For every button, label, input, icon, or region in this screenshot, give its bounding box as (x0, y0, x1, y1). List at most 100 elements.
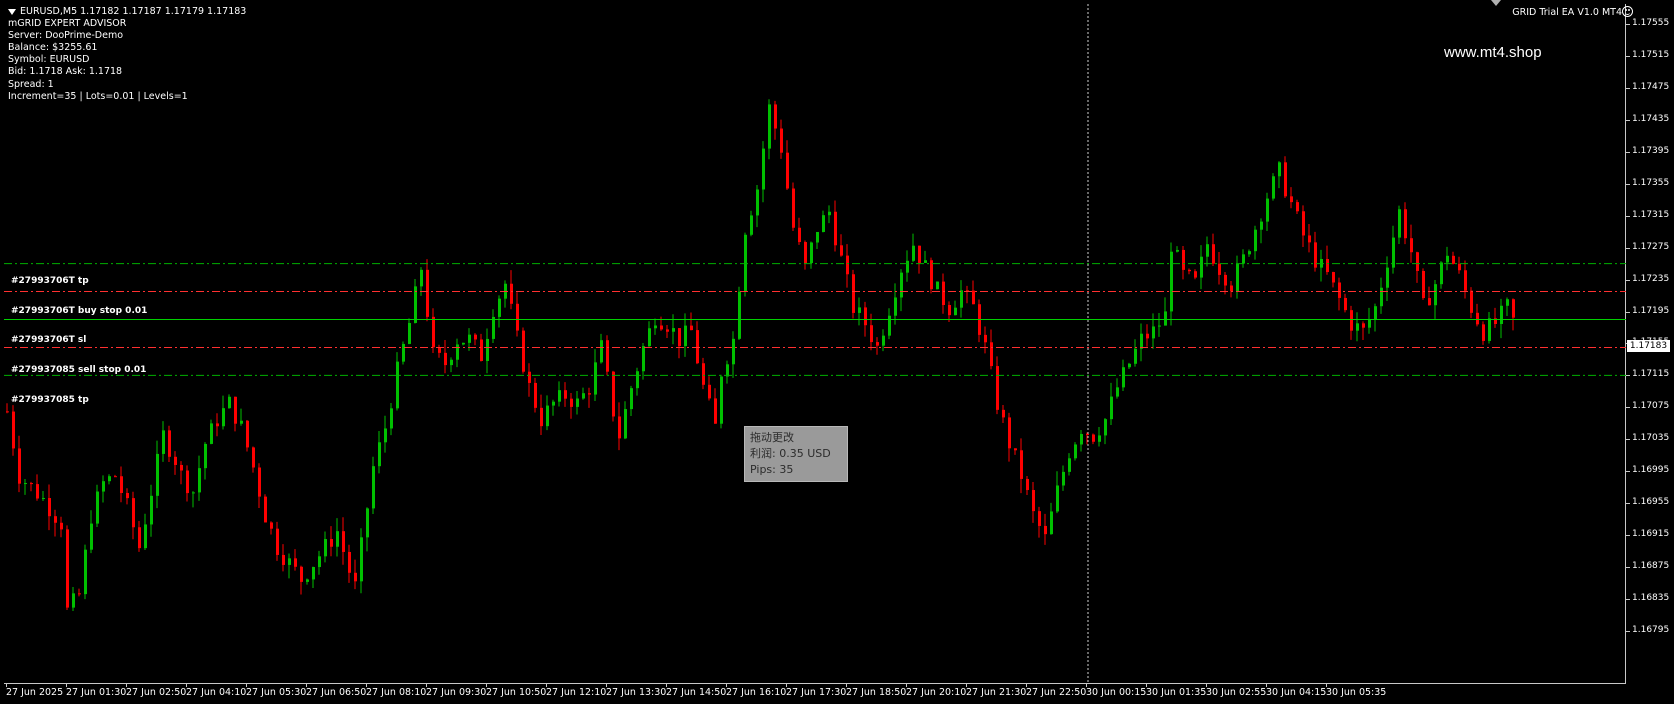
candle-body (1446, 255, 1449, 263)
order-label-tp-buy[interactable]: #27993706T tp (11, 276, 89, 286)
candle-body (1026, 478, 1029, 491)
candle-body (216, 423, 219, 427)
time-tick-mark (966, 684, 967, 687)
price-tick-mark (1626, 407, 1630, 409)
time-tick-label: 27 Jun 13:30 (606, 687, 667, 698)
order-label-sell-stop[interactable]: #279937085 sell stop 0.01 (11, 365, 146, 375)
candle-body (492, 316, 495, 339)
candle-body (876, 342, 879, 346)
price-tick-mark (1626, 183, 1630, 185)
candle-body (1206, 244, 1209, 257)
candle-body (126, 492, 129, 499)
price-tick-mark (1626, 535, 1630, 537)
candle-body (180, 464, 183, 471)
dropdown-triangle-icon[interactable] (8, 8, 16, 15)
order-label-sl[interactable]: #27993706T sl (11, 335, 86, 345)
candle-body (1104, 419, 1107, 436)
time-tick-label: 27 Jun 10:50 (486, 687, 547, 698)
price-tick-mark (1626, 247, 1630, 249)
candle-body (30, 483, 33, 485)
candle-body (1254, 229, 1257, 252)
candle-body (1356, 323, 1359, 331)
candle-body (1374, 306, 1377, 320)
time-tick-label: 30 Jun 02:55 (1206, 687, 1267, 698)
candle-body (816, 231, 819, 243)
candle-body (384, 428, 387, 443)
candle-body (312, 567, 315, 580)
candle-body (408, 322, 411, 344)
candle-body (942, 281, 945, 306)
current-price-tag: 1.17183 (1627, 340, 1670, 352)
candle-body (510, 283, 513, 304)
tooltip-pips: Pips: 35 (750, 463, 794, 476)
chart-info-panel: EURUSD,M5 1.17182 1.17187 1.17179 1.1718… (8, 6, 246, 103)
candle-body (120, 476, 123, 493)
order-label-buy-stop[interactable]: #27993706T buy stop 0.01 (11, 306, 147, 316)
candle-body (1116, 387, 1119, 397)
candle-body (1506, 299, 1509, 306)
candle-body (1170, 251, 1173, 312)
price-tick-mark (1626, 87, 1630, 89)
candlestick-plot[interactable] (4, 4, 1626, 684)
price-tick-mark (1626, 375, 1630, 377)
candle-body (1098, 435, 1101, 442)
candle-body (1296, 202, 1299, 212)
candle-body (1020, 450, 1023, 479)
price-tick-mark (1626, 567, 1630, 569)
candle-body (450, 359, 453, 366)
candle-body (918, 245, 921, 263)
time-tick-mark (66, 684, 67, 687)
candle-body (750, 215, 753, 235)
candle-body (1194, 271, 1197, 278)
time-tick-label: 30 Jun 01:35 (1146, 687, 1207, 698)
price-tick-mark (1626, 599, 1630, 601)
order-label-tp-sell[interactable]: #279937085 tp (11, 395, 89, 405)
price-tick-label: 1.17355 (1632, 177, 1670, 188)
balance-line: Balance: $3255.61 (8, 42, 98, 54)
candle-body (576, 398, 579, 407)
candle-body (264, 496, 267, 523)
candle-body (528, 371, 531, 383)
price-tick-mark (1626, 471, 1630, 473)
candle-body (1032, 490, 1035, 512)
symbol-header[interactable]: EURUSD,M5 1.17182 1.17187 1.17179 1.1718… (8, 6, 246, 18)
chart-window[interactable]: EURUSD,M5 1.17182 1.17187 1.17179 1.1718… (0, 0, 1674, 704)
time-tick-mark (246, 684, 247, 687)
candle-body (768, 104, 771, 149)
candle-body (1164, 311, 1167, 326)
candle-body (1440, 262, 1443, 285)
candle-body (1386, 267, 1389, 288)
candle-body (1062, 471, 1065, 486)
candle-body (1482, 324, 1485, 341)
shift-marker-icon[interactable] (1491, 0, 1501, 6)
candle-body (84, 549, 87, 595)
candle-body (324, 539, 327, 557)
time-tick-mark (546, 684, 547, 687)
candle-body (792, 188, 795, 228)
candle-body (1398, 209, 1401, 238)
candle-body (720, 376, 723, 424)
candle-body (486, 338, 489, 361)
candle-body (444, 352, 447, 366)
candle-body (1038, 511, 1041, 526)
candle-body (228, 396, 231, 409)
candle-body (594, 362, 597, 395)
candle-body (888, 315, 891, 336)
candle-body (798, 227, 801, 243)
candle-body (1416, 252, 1419, 271)
candle-body (642, 346, 645, 372)
candle-body (882, 335, 885, 346)
candle-body (1434, 284, 1437, 306)
candle-body (1224, 274, 1227, 286)
time-tick-label: 27 Jun 21:30 (966, 687, 1027, 698)
candle-body (558, 390, 561, 402)
smiley-face-icon[interactable] (1622, 6, 1633, 17)
candle-body (552, 401, 555, 406)
ea-title[interactable]: GRID Trial EA V1.0 MT4 (1512, 7, 1622, 18)
bid-ask-line: Bid: 1.1718 Ask: 1.1718 (8, 66, 123, 78)
time-tick-mark (846, 684, 847, 687)
candle-body (666, 329, 669, 332)
plot-area[interactable] (4, 4, 1626, 684)
candle-body (1326, 259, 1329, 273)
candle-body (1290, 196, 1293, 203)
